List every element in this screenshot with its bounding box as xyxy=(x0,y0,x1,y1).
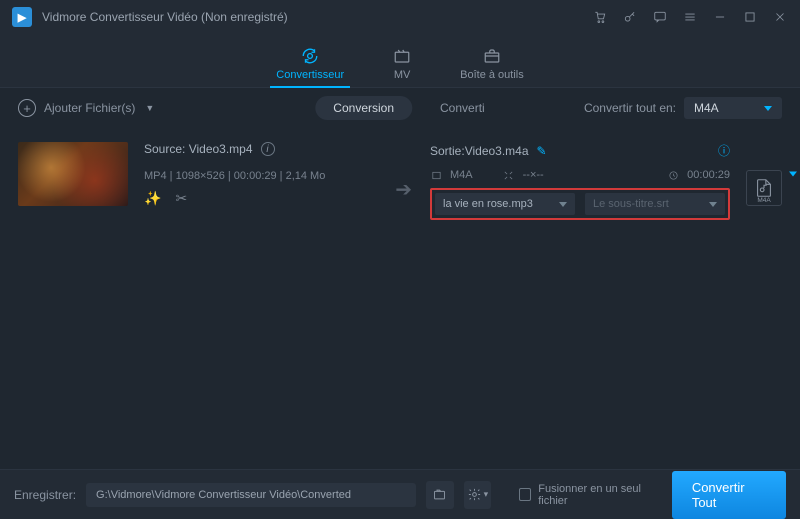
out-resolution: --×-- xyxy=(523,169,544,181)
menu-icon[interactable] xyxy=(682,9,698,25)
save-label: Enregistrer: xyxy=(14,488,76,502)
fmt-badge: M4A xyxy=(747,197,781,204)
format-select[interactable]: M4A xyxy=(684,97,782,119)
output-column: Sortie:Video3.m4a ✎ ⓘ M4A --×-- 00:00:29… xyxy=(430,142,730,220)
plus-icon: + xyxy=(18,99,36,117)
edit-icon[interactable]: ✎ xyxy=(537,144,547,158)
effects-icon[interactable]: ✨ xyxy=(144,190,161,207)
save-path-value: G:\Vidmore\Vidmore Convertisseur Vidéo\C… xyxy=(96,489,351,501)
titlebar-actions xyxy=(592,9,788,25)
merge-checkbox[interactable]: Fusionner en un seul fichier xyxy=(519,483,662,507)
footer: Enregistrer: G:\Vidmore\Vidmore Converti… xyxy=(0,469,800,519)
merge-label: Fusionner en un seul fichier xyxy=(538,483,662,507)
titlebar: ▶ Vidmore Convertisseur Vidéo (Non enreg… xyxy=(0,0,800,34)
chevron-down-icon xyxy=(709,202,717,207)
track-selects-highlight: la vie en rose.mp3 Le sous-titre.srt xyxy=(430,188,730,220)
tab-label: Boîte à outils xyxy=(460,69,524,81)
add-file-label: Ajouter Fichier(s) xyxy=(44,101,135,115)
list-item: Source: Video3.mp4 i MP4 | 1098×526 | 00… xyxy=(0,128,800,230)
audio-track-select[interactable]: la vie en rose.mp3 xyxy=(435,193,575,215)
open-folder-button[interactable] xyxy=(426,481,454,509)
tab-label: MV xyxy=(394,69,411,81)
convert-all-button[interactable]: Convertir Tout xyxy=(672,471,786,519)
tab-converter[interactable]: Convertisseur xyxy=(276,34,344,87)
minimize-icon[interactable] xyxy=(712,9,728,25)
tab-toolbox[interactable]: Boîte à outils xyxy=(460,34,524,87)
maximize-icon[interactable] xyxy=(742,9,758,25)
add-file-button[interactable]: + Ajouter Fichier(s) ▼ xyxy=(18,99,154,117)
info-icon[interactable]: ⓘ xyxy=(718,142,730,159)
cut-icon[interactable]: ✂ xyxy=(175,190,187,207)
toolbox-icon xyxy=(482,46,502,66)
source-column: Source: Video3.mp4 i MP4 | 1098×526 | 00… xyxy=(144,142,377,207)
key-icon[interactable] xyxy=(622,9,638,25)
source-meta: MP4 | 1098×526 | 00:00:29 | 2,14 Mo xyxy=(144,170,377,182)
clock-icon xyxy=(667,169,679,181)
app-title: Vidmore Convertisseur Vidéo (Non enregis… xyxy=(42,10,288,24)
video-thumbnail[interactable] xyxy=(18,142,128,206)
subtitle-select[interactable]: Le sous-titre.srt xyxy=(585,193,725,215)
resolution-icon xyxy=(503,169,515,181)
cart-icon[interactable] xyxy=(592,9,608,25)
convert-all-label: Convertir tout en: xyxy=(584,101,676,115)
out-container: M4A xyxy=(450,169,473,181)
format-dropdown-caret[interactable] xyxy=(789,172,797,177)
primary-tabs: Convertisseur MV Boîte à outils xyxy=(0,34,800,88)
chevron-down-icon xyxy=(559,202,567,207)
out-duration: 00:00:29 xyxy=(687,169,730,181)
info-icon[interactable]: i xyxy=(261,142,275,156)
mv-icon xyxy=(392,46,412,66)
feedback-icon[interactable] xyxy=(652,9,668,25)
chevron-down-icon: ▼ xyxy=(145,103,154,113)
checkbox-icon xyxy=(519,488,531,501)
settings-button[interactable]: ▾ xyxy=(464,481,492,509)
save-path-select[interactable]: G:\Vidmore\Vidmore Convertisseur Vidéo\C… xyxy=(86,483,416,507)
tab-conversion[interactable]: Conversion xyxy=(315,96,412,120)
output-format-button[interactable]: M4A xyxy=(746,170,782,206)
app-logo: ▶ xyxy=(12,7,32,27)
tab-mv[interactable]: MV xyxy=(392,34,412,87)
close-icon[interactable] xyxy=(772,9,788,25)
tab-converti[interactable]: Converti xyxy=(440,101,485,115)
chevron-down-icon xyxy=(764,106,772,111)
source-label: Source: Video3.mp4 xyxy=(144,142,253,156)
toolbar: + Ajouter Fichier(s) ▼ Conversion Conver… xyxy=(0,88,800,128)
format-value: M4A xyxy=(694,101,719,115)
container-icon xyxy=(430,169,442,181)
tab-label: Convertisseur xyxy=(276,69,344,81)
converter-icon xyxy=(300,46,320,66)
file-list: Source: Video3.mp4 i MP4 | 1098×526 | 00… xyxy=(0,128,800,438)
audio-track-value: la vie en rose.mp3 xyxy=(443,198,533,210)
subtitle-value: Le sous-titre.srt xyxy=(593,198,669,210)
output-label: Sortie:Video3.m4a xyxy=(430,144,529,158)
arrow-icon: ➔ xyxy=(395,177,412,202)
chevron-down-icon: ▾ xyxy=(484,489,489,500)
